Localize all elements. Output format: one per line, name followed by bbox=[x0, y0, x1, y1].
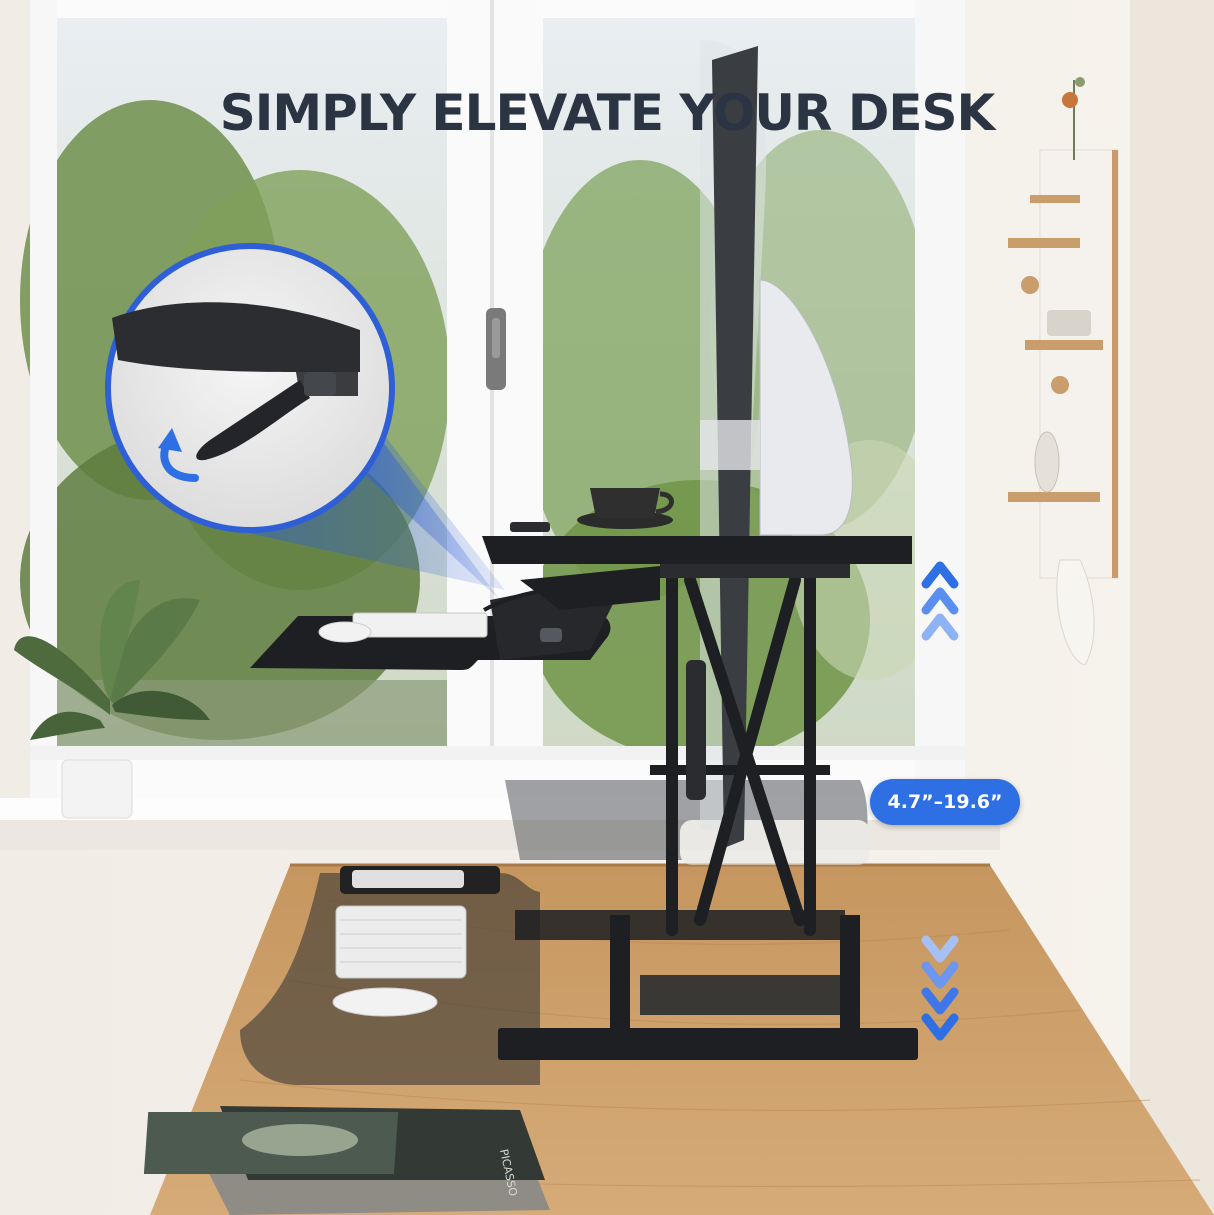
keyboard-lowered bbox=[335, 905, 467, 979]
scene-illustration: PICASSO bbox=[0, 0, 1214, 1215]
lever-zoom-detail bbox=[105, 243, 395, 533]
height-range-badge: 4.7”–19.6” bbox=[870, 779, 1020, 825]
keyboard bbox=[352, 612, 488, 638]
headline: SIMPLY ELEVATE YOUR DESK bbox=[219, 84, 996, 142]
mouse bbox=[318, 621, 372, 643]
product-image: PICASSO SIMPLY ELEVATE YOUR DESK 4.7”–19… bbox=[0, 0, 1214, 1215]
mouse-lowered bbox=[332, 987, 438, 1017]
